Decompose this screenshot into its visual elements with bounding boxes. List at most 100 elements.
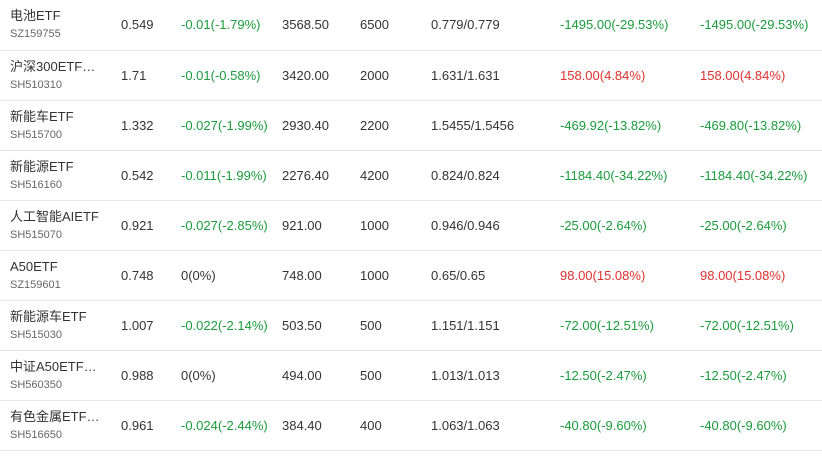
market-value: 494.00	[282, 368, 322, 383]
holding-quantity: 4200	[360, 168, 389, 183]
cost-price: 1.013/1.013	[431, 368, 500, 383]
fund-code: SH510310	[10, 79, 62, 91]
fund-name[interactable]: 中证A50ETF…	[10, 358, 110, 375]
holding-quantity: 6500	[360, 17, 389, 32]
table-row[interactable]: 电池ETF SZ159755 0.549 -0.01(-1.79%) 3568.…	[0, 0, 822, 51]
fund-name-cell[interactable]: A50ETF SZ159601	[10, 258, 110, 293]
fund-code: SH515700	[10, 129, 62, 141]
fund-name-cell[interactable]: 人工智能AIETF SH515070	[10, 208, 110, 243]
fund-name-cell[interactable]: 电池ETF SZ159755	[10, 7, 110, 42]
table-row[interactable]: 中证A50ETF… SH560350 0.988 0(0%) 494.00 50…	[0, 351, 822, 401]
cost-price: 0.946/0.946	[431, 218, 500, 233]
profit-loss: -12.50(-2.47%)	[560, 368, 647, 383]
profit-loss: 98.00(15.08%)	[560, 268, 646, 283]
fund-name-cell[interactable]: 沪深300ETF… SH510310	[10, 58, 110, 93]
profit-loss-alt: -25.00(-2.64%)	[700, 218, 787, 233]
cost-price: 0.824/0.824	[431, 168, 500, 183]
profit-loss-alt: -469.80(-13.82%)	[700, 118, 802, 133]
price-change: -0.024(-2.44%)	[181, 418, 268, 433]
price-change: 0(0%)	[181, 368, 216, 383]
price-change: -0.01(-1.79%)	[181, 17, 261, 32]
cost-price: 1.5455/1.5456	[431, 118, 515, 133]
table-row[interactable]: 新能源车ETF SH515030 1.007 -0.022(-2.14%) 50…	[0, 301, 822, 351]
fund-name[interactable]: 人工智能AIETF	[10, 208, 110, 225]
cost-price: 1.063/1.063	[431, 418, 500, 433]
fund-name[interactable]: 电池ETF	[10, 7, 110, 24]
holding-quantity: 500	[360, 368, 382, 383]
fund-name-cell[interactable]: 新能源车ETF SH515030	[10, 308, 110, 343]
cost-price: 0.779/0.779	[431, 17, 500, 32]
price-change: -0.01(-0.58%)	[181, 68, 261, 83]
table-row[interactable]: 新能车ETF SH515700 1.332 -0.027(-1.99%) 293…	[0, 101, 822, 151]
market-value: 3420.00	[282, 68, 329, 83]
cost-price: 1.631/1.631	[431, 68, 500, 83]
fund-name-cell[interactable]: 有色金属ETF… SH516650	[10, 408, 110, 443]
table-row[interactable]: 人工智能AIETF SH515070 0.921 -0.027(-2.85%) …	[0, 201, 822, 251]
table-row[interactable]: 有色金属ETF… SH516650 0.961 -0.024(-2.44%) 3…	[0, 401, 822, 451]
holding-quantity: 1000	[360, 268, 389, 283]
table-row[interactable]: A50ETF SZ159601 0.748 0(0%) 748.00 1000 …	[0, 251, 822, 301]
fund-name-cell[interactable]: 新能车ETF SH515700	[10, 108, 110, 143]
market-value: 2276.40	[282, 168, 329, 183]
fund-code: SZ159601	[10, 279, 61, 291]
fund-code: SH560350	[10, 379, 62, 391]
profit-loss: 158.00(4.84%)	[560, 68, 646, 83]
fund-name[interactable]: 沪深300ETF…	[10, 58, 110, 75]
price-change: -0.022(-2.14%)	[181, 318, 268, 333]
current-price: 1.332	[121, 118, 154, 133]
profit-loss: -72.00(-12.51%)	[560, 318, 654, 333]
current-price: 0.921	[121, 218, 154, 233]
holding-quantity: 500	[360, 318, 382, 333]
market-value: 384.40	[282, 418, 322, 433]
current-price: 0.542	[121, 168, 154, 183]
market-value: 921.00	[282, 218, 322, 233]
fund-code: SZ159755	[10, 28, 61, 40]
current-price: 1.71	[121, 68, 147, 83]
market-value: 748.00	[282, 268, 322, 283]
profit-loss-alt: 158.00(4.84%)	[700, 68, 786, 83]
price-change: 0(0%)	[181, 268, 216, 283]
profit-loss-alt: -1184.40(-34.22%)	[700, 168, 808, 183]
price-change: -0.027(-2.85%)	[181, 218, 268, 233]
current-price: 1.007	[121, 318, 154, 333]
profit-loss: -1184.40(-34.22%)	[560, 168, 668, 183]
profit-loss: -40.80(-9.60%)	[560, 418, 647, 433]
profit-loss-alt: -40.80(-9.60%)	[700, 418, 787, 433]
fund-name[interactable]: 新能源ETF	[10, 158, 110, 175]
fund-code: SH516650	[10, 429, 62, 441]
market-value: 2930.40	[282, 118, 329, 133]
current-price: 0.988	[121, 368, 154, 383]
market-value: 503.50	[282, 318, 322, 333]
holding-quantity: 1000	[360, 218, 389, 233]
fund-name[interactable]: 有色金属ETF…	[10, 408, 110, 425]
fund-name-cell[interactable]: 中证A50ETF… SH560350	[10, 358, 110, 393]
price-change: -0.011(-1.99%)	[181, 168, 267, 183]
profit-loss: -469.92(-13.82%)	[560, 118, 662, 133]
table-row[interactable]: 新能源ETF SH516160 0.542 -0.011(-1.99%) 227…	[0, 151, 822, 201]
fund-name[interactable]: 新能源车ETF	[10, 308, 110, 325]
cost-price: 1.151/1.151	[431, 318, 500, 333]
profit-loss: -25.00(-2.64%)	[560, 218, 647, 233]
profit-loss-alt: -12.50(-2.47%)	[700, 368, 787, 383]
table-row[interactable]: 沪深300ETF… SH510310 1.71 -0.01(-0.58%) 34…	[0, 51, 822, 101]
profit-loss-alt: 98.00(15.08%)	[700, 268, 786, 283]
market-value: 3568.50	[282, 17, 329, 32]
profit-loss: -1495.00(-29.53%)	[560, 17, 669, 32]
fund-name[interactable]: 新能车ETF	[10, 108, 110, 125]
profit-loss-alt: -1495.00(-29.53%)	[700, 17, 809, 32]
current-price: 0.549	[121, 17, 154, 32]
cost-price: 0.65/0.65	[431, 268, 486, 283]
current-price: 0.748	[121, 268, 154, 283]
fund-code: SH515030	[10, 329, 62, 341]
holding-quantity: 2000	[360, 68, 389, 83]
holding-quantity: 2200	[360, 118, 389, 133]
current-price: 0.961	[121, 418, 154, 433]
profit-loss-alt: -72.00(-12.51%)	[700, 318, 794, 333]
holding-quantity: 400	[360, 418, 382, 433]
fund-name-cell[interactable]: 新能源ETF SH516160	[10, 158, 110, 193]
fund-name[interactable]: A50ETF	[10, 258, 110, 275]
fund-code: SH515070	[10, 229, 62, 241]
price-change: -0.027(-1.99%)	[181, 118, 268, 133]
holdings-table: 电池ETF SZ159755 0.549 -0.01(-1.79%) 3568.…	[0, 0, 822, 451]
fund-code: SH516160	[10, 179, 62, 191]
